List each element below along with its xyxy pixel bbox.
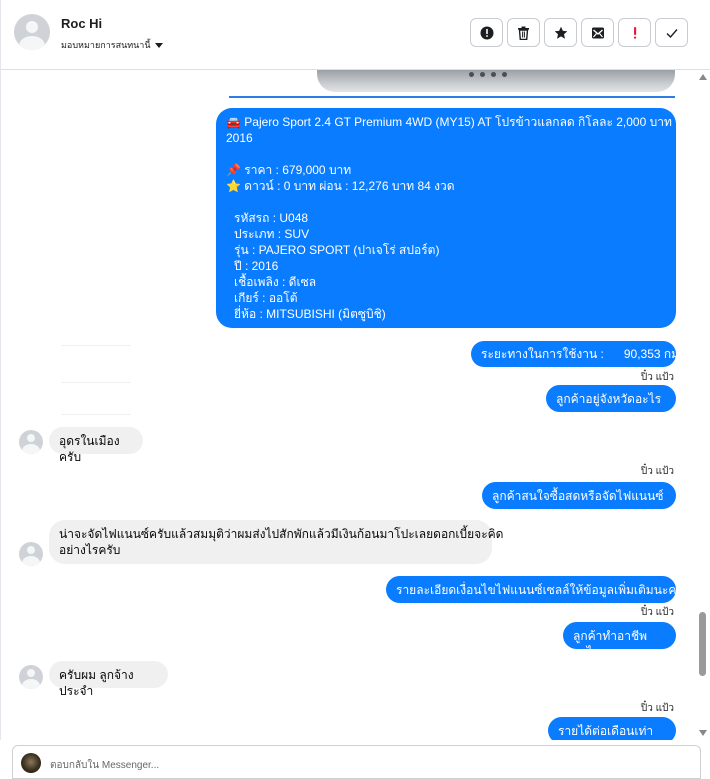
thread-header: Roc Hi มอบหมายการสนทนานี้	[0, 0, 710, 70]
vehicle-type: ประเภท : SUV	[234, 227, 310, 241]
page-avatar	[21, 753, 41, 773]
star-icon	[554, 26, 567, 39]
vehicle-code: รหัสรถ : U048	[234, 211, 309, 225]
outgoing-message[interactable]: ลูกค้าสนใจซื้อสดหรือจัดไฟแนนซ์คะ	[482, 482, 676, 519]
message-list: 🚘 Pajero Sport 2.4 GT Premium 4WD (MY15)…	[0, 70, 710, 740]
reply-composer[interactable]: ตอบกลับใน Messenger...	[12, 745, 701, 779]
check-icon	[666, 28, 678, 38]
vehicle-price: 📌 ราคา : 679,000 บาท	[226, 163, 352, 177]
incoming-message[interactable]: อุดรในเมืองครับ	[49, 427, 143, 464]
incoming-message[interactable]: น่าจะจัดไฟแนนซ์ครับแล้วสมมุติว่าผมส่งไปส…	[49, 520, 504, 564]
divider	[61, 382, 131, 383]
vehicle-year: ปี : 2016	[234, 259, 279, 273]
scroll-up-arrow-icon[interactable]	[699, 74, 707, 80]
incoming-message[interactable]: ครับผม ลูกจ้างประจำ	[49, 661, 168, 698]
divider	[61, 345, 131, 346]
spam-button[interactable]	[618, 18, 651, 47]
vehicle-gear: เกียร์ : ออโต้	[234, 291, 298, 305]
vehicle-title-cont: 2016	[226, 131, 253, 145]
mark-unread-icon	[591, 27, 604, 38]
outgoing-message[interactable]: รายได้ต่อเดือนเท่าไหร่	[548, 717, 676, 740]
assign-conversation-dropdown[interactable]: มอบหมายการสนทนานี้	[61, 38, 163, 52]
vehicle-fuel: เชื้อเพลิง : ดีเซล	[234, 275, 317, 289]
scrollbar[interactable]	[698, 72, 707, 738]
reply-input[interactable]: ตอบกลับใน Messenger...	[50, 758, 159, 773]
contact-avatar-small[interactable]	[19, 665, 43, 689]
vehicle-model: รุ่น : PAJERO SPORT (ปาเจโร่ สปอร์ต)	[234, 243, 440, 257]
outgoing-message[interactable]: ลูกค้าอยู่จังหวัดอะไรคะ	[546, 385, 676, 422]
assign-label: มอบหมายการสนทนานี้	[61, 40, 151, 50]
delete-button[interactable]	[507, 18, 540, 47]
seen-indicator: ปิ๋ว แป้ว	[640, 607, 674, 618]
scroll-down-arrow-icon[interactable]	[699, 730, 707, 736]
messenger-inbox-thread: Roc Hi มอบหมายการสนทนานี้ 🚘 Pajero Sport…	[0, 0, 710, 779]
outgoing-message[interactable]: รายละเอียดเงื่อนไขไฟแนนซ์เซลล์ให้ข้อมูลเ…	[386, 576, 683, 603]
mark-done-button[interactable]	[655, 18, 688, 47]
vehicle-brand: ยี่ห้อ : MITSUBISHI (มิตซูบิชิ)	[234, 307, 386, 321]
thread-toolbar	[470, 18, 688, 47]
divider	[61, 414, 131, 415]
trash-icon	[518, 26, 529, 40]
caret-down-icon	[154, 42, 163, 48]
scroll-thumb[interactable]	[699, 612, 706, 676]
contact-avatar-small[interactable]	[19, 430, 43, 454]
vehicle-title: 🚘 Pajero Sport 2.4 GT Premium 4WD (MY15)…	[226, 115, 683, 129]
vehicle-details-message[interactable]: 🚘 Pajero Sport 2.4 GT Premium 4WD (MY15)…	[216, 108, 683, 328]
vehicle-photo[interactable]	[317, 70, 675, 92]
star-button[interactable]	[544, 18, 577, 47]
report-button[interactable]	[470, 18, 503, 47]
contact-avatar-small[interactable]	[19, 542, 43, 566]
message-line: น่าจะจัดไฟแนนซ์ครับแล้วสมมุติว่าผมส่งไปส…	[59, 527, 504, 541]
seen-indicator: ปิ๋ว แป้ว	[640, 372, 674, 383]
mileage-message[interactable]: ระยะทางในการใช้งาน : 90,353 กม.	[471, 341, 682, 367]
message-line: อย่างไรครับ	[59, 543, 121, 557]
divider	[229, 96, 675, 98]
mark-unread-button[interactable]	[581, 18, 614, 47]
vehicle-down-payment: ⭐ ดาวน์ : 0 บาท ผ่อน : 12,276 บาท 84 งวด	[226, 179, 455, 193]
seen-indicator: ปิ๋ว แป้ว	[640, 703, 674, 714]
seen-indicator: ปิ๋ว แป้ว	[640, 466, 674, 477]
outgoing-message[interactable]: ลูกค้าทำอาชีพอะไร	[563, 622, 676, 659]
contact-name[interactable]: Roc Hi	[61, 16, 102, 31]
contact-avatar[interactable]	[14, 14, 50, 50]
exclamation-icon	[633, 26, 636, 39]
alert-circle-icon	[480, 26, 493, 39]
